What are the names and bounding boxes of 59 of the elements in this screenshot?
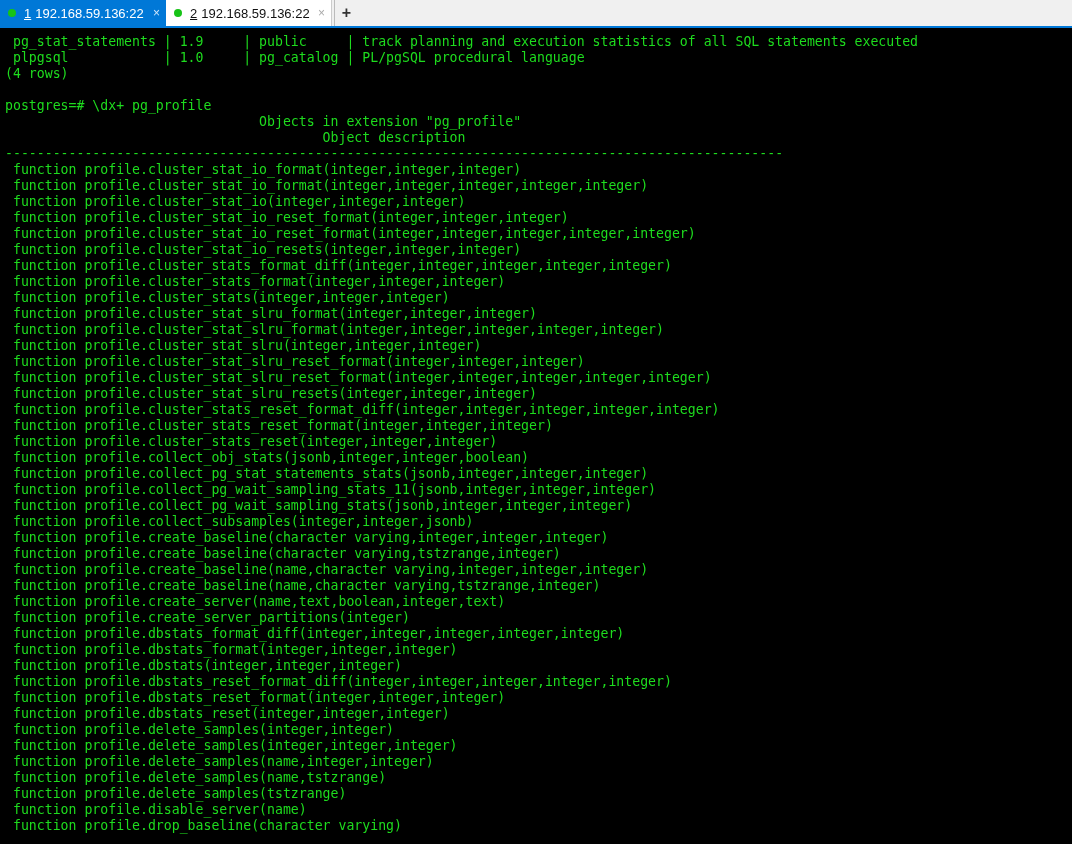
terminal-line: function profile.create_baseline(character varying,integer,integer,integer) [11,530,609,546]
terminal-line: function profile.cluster_stat_slru_reset_format(integer,integer,integer,integer,integer) [11,370,712,386]
terminal-line: function profile.drop_baseline(character varying) [11,818,402,834]
terminal-line: function profile.cluster_stat_io_reset_format(integer,integer,integer) [11,210,569,226]
terminal-line: function profile.cluster_stats_format_diff(integer,integer,integer,integer,integer) [11,258,672,274]
terminal-line: function profile.collect_subsamples(integer,integer,jsonb) [11,514,474,530]
terminal-line: function profile.cluster_stat_slru_reset_format(integer,integer,integer) [11,354,585,370]
terminal-line: (4 rows) [5,66,69,82]
terminal-line: Object description [321,130,466,146]
terminal-line: function profile.cluster_stat_io_format(integer,integer,integer) [11,162,522,178]
terminal-line: -------------------------------------------------------------------------------------------------- [5,146,784,162]
terminal-line: function profile.cluster_stats_reset_format_diff(integer,integer,integer,integer,integer) [11,402,720,418]
terminal-line: function profile.cluster_stat_slru(integer,integer,integer) [11,338,482,354]
session-tab[interactable]: 2 192.168.59.136:22 × [166,0,332,26]
terminal-line: function profile.create_server(name,text,boolean,integer,text) [11,594,506,610]
terminal-line: function profile.create_server_partitions(integer) [11,610,410,626]
terminal-line: function profile.dbstats(integer,integer,integer) [11,658,402,674]
terminal-line: function profile.disable_server(name) [11,802,307,818]
terminal-line: function profile.delete_samples(tstzrange) [11,786,347,802]
terminal-line: pg_stat_statements | 1.9 | public | track planning and execution statistics of all SQL statements executed [11,34,919,50]
terminal-line: function profile.collect_pg_wait_sampling_stats_11(jsonb,integer,integer,integer) [11,482,657,498]
tab-title: 192.168.59.136:22 [201,5,311,21]
tab-title: 192.168.59.136:22 [35,5,145,21]
status-dot-icon [174,9,182,17]
terminal-line: plpgsql | 1.0 | pg_catalog | PL/pgSQL procedural language [11,50,585,66]
terminal-line: function profile.delete_samples(integer,integer,integer) [11,738,458,754]
terminal-line: function profile.dbstats_format_diff(integer,integer,integer,integer,integer) [11,626,625,642]
terminal-line: function profile.dbstats_reset_format(integer,integer,integer) [11,690,506,706]
tab-number: 2 [190,5,198,21]
terminal-line: function profile.cluster_stat_io(integer,integer,integer) [11,194,466,210]
terminal-line: function profile.collect_obj_stats(jsonb,integer,integer,boolean) [11,450,529,466]
terminal-line: function profile.collect_pg_stat_statements_stats(jsonb,integer,integer,integer) [11,466,649,482]
terminal-line: function profile.dbstats_reset_format_diff(integer,integer,integer,integer,integer) [11,674,672,690]
close-icon[interactable]: × [318,6,325,20]
session-tab[interactable]: 1 192.168.59.136:22 × [0,0,166,26]
terminal-line: function profile.create_baseline(character varying,tstzrange,integer) [11,546,561,562]
terminal-line: function profile.create_baseline(name,character varying,tstzrange,integer) [11,578,601,594]
terminal-line: function profile.cluster_stat_io_resets(integer,integer,integer) [11,242,522,258]
terminal-line: function profile.cluster_stat_io_format(integer,integer,integer,integer,integer) [11,178,649,194]
terminal-line: function profile.cluster_stat_slru_resets(integer,integer,integer) [11,386,537,402]
terminal-line: function profile.delete_samples(name,integer,integer) [11,754,434,770]
status-dot-icon [8,9,16,17]
terminal-line: function profile.cluster_stats(integer,integer,integer) [11,290,450,306]
close-icon[interactable]: × [153,6,160,20]
terminal-line: function profile.dbstats_reset(integer,integer,integer) [11,706,450,722]
terminal-line: function profile.delete_samples(name,tstzrange) [11,770,387,786]
terminal-line: function profile.cluster_stats_reset_format(integer,integer,integer) [11,418,553,434]
tab-number: 1 [24,5,32,21]
terminal-line: postgres=# \dx+ pg_profile [5,98,212,114]
terminal-line: function profile.cluster_stats_reset(integer,integer,integer) [11,434,498,450]
terminal-line: function profile.delete_samples(integer,integer) [11,722,395,738]
terminal-line: function profile.cluster_stat_io_reset_format(integer,integer,integer,integer,integer) [11,226,696,242]
terminal-line: function profile.create_baseline(name,character varying,integer,integer,integer) [11,562,649,578]
terminal-line: function profile.collect_pg_wait_sampling_stats(jsonb,integer,integer,integer) [11,498,633,514]
terminal-line: function profile.cluster_stat_slru_format(integer,integer,integer,integer,integer) [11,322,664,338]
terminal-line: function profile.dbstats_format(integer,integer,integer) [11,642,458,658]
terminal-line: function profile.cluster_stats_format(integer,integer,integer) [11,274,506,290]
terminal-line: Objects in extension "pg_profile" [258,114,522,130]
terminal-line: function profile.cluster_stat_slru_format(integer,integer,integer) [11,306,537,322]
